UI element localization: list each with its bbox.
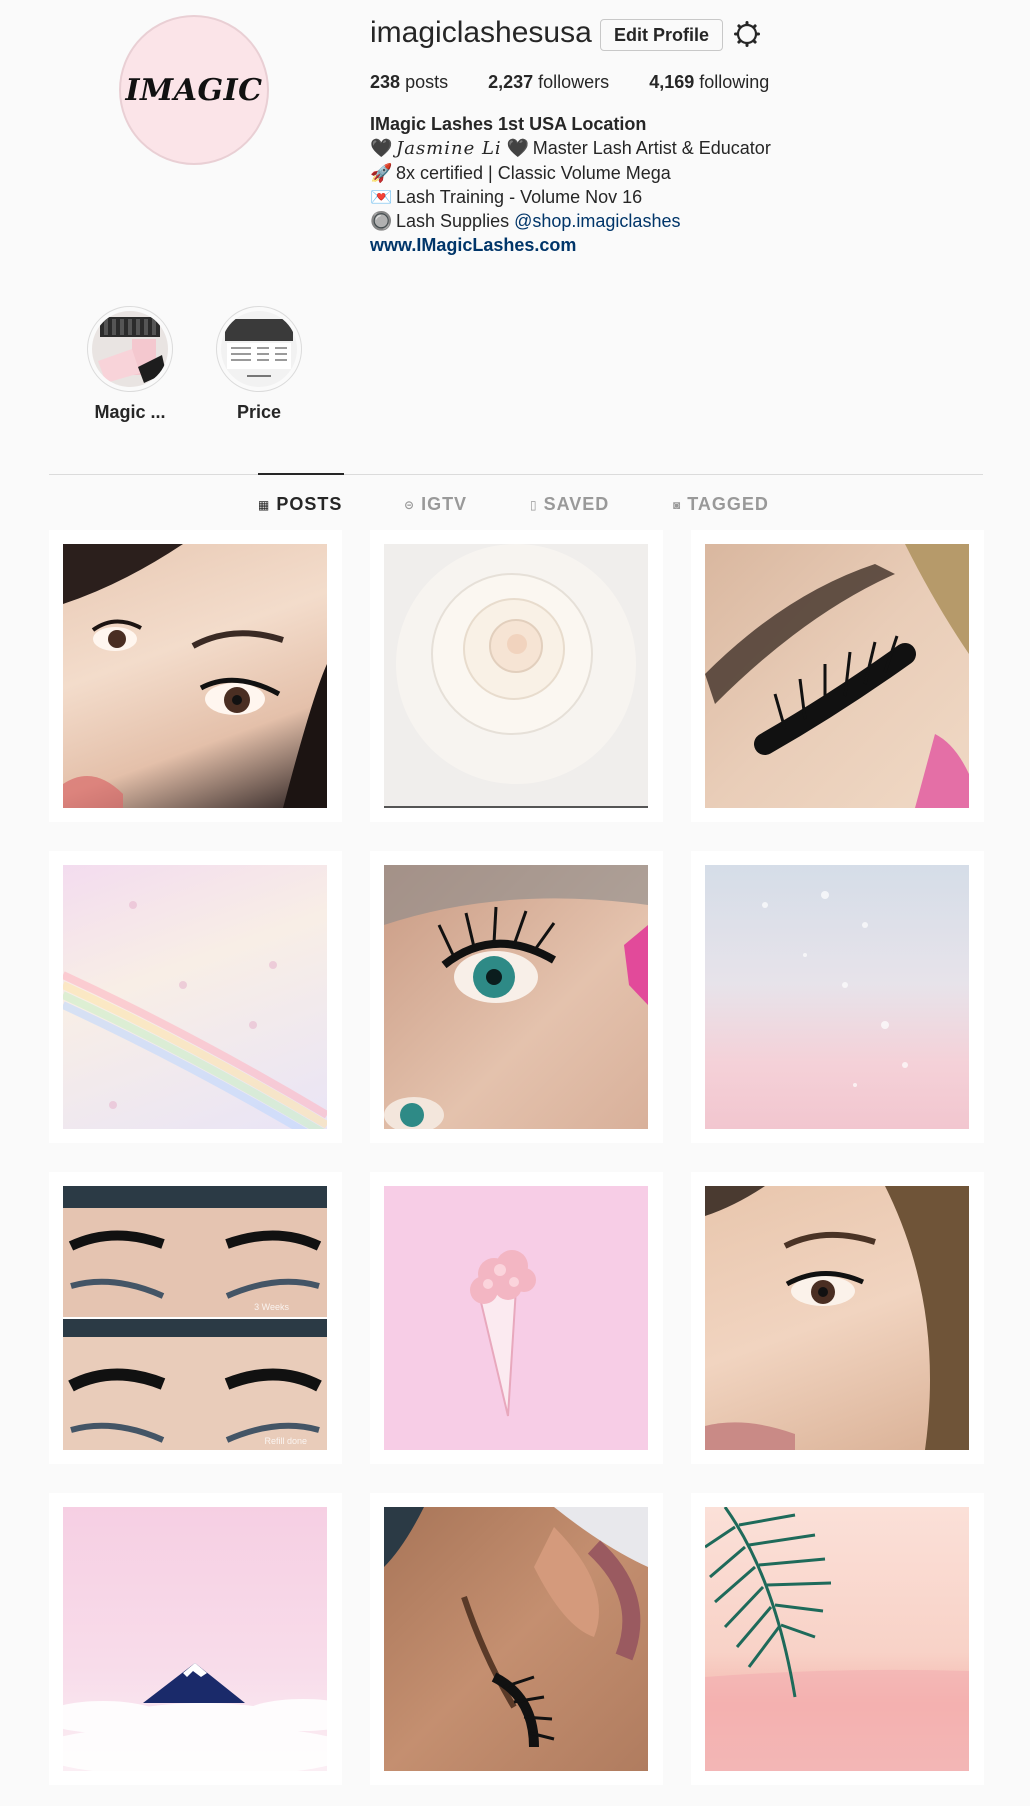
- post-tile[interactable]: [370, 1493, 663, 1785]
- radio-button-icon: 🔘: [370, 211, 393, 231]
- post-tile[interactable]: [49, 851, 342, 1143]
- igtv-icon: ⊝: [404, 497, 416, 512]
- post-tile[interactable]: [49, 1493, 342, 1785]
- post-image-green-eye-lashes: [384, 865, 648, 1129]
- post-tile[interactable]: 3 Weeks Refill done: [49, 1172, 342, 1464]
- tag-icon: ◙: [673, 497, 682, 512]
- highlight-thumbnail: [221, 311, 297, 387]
- post-image-selfie-lashes: [705, 1186, 969, 1450]
- bio-name: IMagic Lashes 1st USA Location: [370, 114, 647, 134]
- highlight-ring: [87, 306, 173, 392]
- posts-stat: 238 posts: [370, 72, 449, 92]
- bio-line-1: 🖤 Jasmine Li 🖤 Master Lash Artist & Educat…: [370, 138, 771, 159]
- highlight-magic[interactable]: Magic ...: [85, 306, 175, 423]
- edit-profile-button[interactable]: Edit Profile: [600, 19, 723, 51]
- tab-posts[interactable]: ▦ POSTS: [258, 494, 342, 515]
- post-image-white-rose: [384, 544, 648, 808]
- post-tile[interactable]: [691, 530, 984, 822]
- bio-line-3: 💌 Lash Training - Volume Nov 16: [370, 187, 643, 207]
- post-image-eyelash-closeup: [705, 544, 969, 808]
- profile-bio: IMagic Lashes 1st USA Location 🖤 Jasmine …: [370, 112, 930, 257]
- website-link[interactable]: www.IMagicLashes.com: [370, 233, 930, 257]
- tabs-divider: [49, 474, 983, 475]
- overlay-text-bottom: Refill done: [264, 1436, 307, 1446]
- post-image-lash-refill-comparison: 3 Weeks Refill done: [63, 1186, 327, 1450]
- overlay-text-top: 3 Weeks: [254, 1302, 289, 1312]
- post-image-lash-profile: [384, 1507, 648, 1771]
- highlight-label: Price: [236, 402, 282, 422]
- post-image-flower-ice-cream-cone: [384, 1186, 648, 1450]
- profile-avatar[interactable]: IMAGIC: [119, 15, 269, 165]
- rocket-icon: 🚀: [370, 163, 393, 183]
- highlight-label: Magic ...: [94, 402, 166, 422]
- active-tab-indicator: [258, 473, 344, 475]
- post-image-palm-leaf-beach: [705, 1507, 969, 1771]
- highlight-price[interactable]: Price: [214, 306, 304, 423]
- bio-line-4: 🔘 Lash Supplies @shop.imagiclashes: [370, 211, 681, 231]
- bookmark-icon: ▯: [530, 497, 538, 512]
- post-tile[interactable]: [370, 1172, 663, 1464]
- followers-stat[interactable]: 2,237 followers: [488, 72, 609, 93]
- post-image-face-portrait: [63, 544, 327, 808]
- bio-line-2: 🚀 8x certified | Classic Volume Mega: [370, 163, 671, 183]
- profile-username: imagiclashesusa: [370, 16, 592, 49]
- love-letter-icon: 💌: [370, 187, 393, 207]
- shop-mention-link[interactable]: @shop.imagiclashes: [514, 211, 680, 231]
- gear-icon[interactable]: [733, 20, 761, 48]
- profile-stats: 238 posts 2,237 followers 4,169 followin…: [370, 72, 809, 93]
- post-tile[interactable]: [370, 851, 663, 1143]
- post-tile[interactable]: [691, 1172, 984, 1464]
- post-image-pastel-rainbow: [63, 865, 327, 1129]
- post-tile[interactable]: [49, 530, 342, 822]
- post-image-mountain-clouds: [63, 1507, 327, 1771]
- tab-tagged[interactable]: ◙ TAGGED: [673, 494, 769, 515]
- grid-icon: ▦: [258, 497, 271, 512]
- post-tile[interactable]: [691, 851, 984, 1143]
- post-tile[interactable]: [370, 530, 663, 822]
- following-stat[interactable]: 4,169 following: [649, 72, 769, 93]
- tab-igtv[interactable]: ⊝ IGTV: [404, 494, 467, 515]
- tab-saved[interactable]: ▯ SAVED: [530, 494, 609, 515]
- highlight-ring: [216, 306, 302, 392]
- avatar-logo-text: IMAGIC: [125, 72, 263, 108]
- black-heart-icon: 🖤: [370, 138, 393, 158]
- post-tile[interactable]: [691, 1493, 984, 1785]
- black-heart-icon: 🖤: [506, 138, 530, 158]
- highlight-thumbnail: [92, 311, 168, 387]
- post-image-pink-water: [705, 865, 969, 1129]
